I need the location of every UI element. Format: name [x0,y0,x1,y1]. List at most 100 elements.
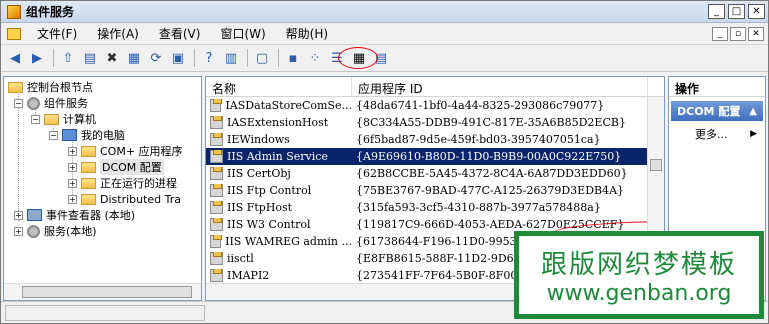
expand-icon[interactable]: + [68,194,77,204]
list-row[interactable]: IASDataStoreComSe... {48da6741-1bf0-4a44-… [206,97,664,114]
expand-icon[interactable]: + [14,226,23,236]
list-cell-app-id: {119817C9-666D-4053-AEDA-627D0E25CCEF} [356,218,625,231]
back-icon[interactable]: ◀ [5,48,25,68]
tree-node-dcom-config[interactable]: + DCOM 配置 [68,159,164,175]
actions-section-label: DCOM 配置 [677,105,741,118]
tree-node-label: 计算机 [63,113,96,126]
list-cell-name: IIS W3 Control [206,218,352,231]
list-cell-name: IASExtensionHost [206,116,352,129]
expand-icon[interactable]: + [68,178,77,188]
list-cell-app-id: {75BE3767-9BAD-477C-A125-26379D3EDB4A} [356,184,625,197]
collapse-icon[interactable]: − [49,130,58,140]
event-viewer-icon [27,209,42,221]
collapse-arrow-icon[interactable]: ▲ [749,106,757,117]
list-cell-name: IIS Ftp Control [206,184,352,197]
list-cell-app-id: {61738644-F196-11D0-9953-0... [356,235,538,248]
mmc-window: 组件服务 _ □ ✕ 文件(F) 操作(A) 查看(V) 窗口(W) 帮助(H)… [0,0,769,324]
refresh-icon[interactable]: ⟳ [146,48,166,68]
list-cell-name-text: IIS W3 Control [227,218,311,231]
tree-node-my-computer[interactable]: − 我的电脑 [49,127,125,143]
list-cell-name-text: IEWindows [227,133,290,146]
forward-icon[interactable]: ▶ [27,48,47,68]
dcom-app-icon [210,218,223,231]
close-button[interactable]: ✕ [748,4,765,19]
tree-node-com-applications[interactable]: + COM+ 应用程序 [68,143,183,159]
list-cell-name: IIS WAMREG admin ... [206,235,352,248]
dcom-app-icon [210,133,223,146]
list-cell-app-id: {62B8CCBE-5A45-4372-8C4A-6A87DD3EDD60} [356,167,628,180]
scroll-thumb[interactable] [22,286,192,298]
list-row[interactable]: IEWindows {6f5bad87-9d5e-459f-bd03-395740… [206,131,664,148]
menu-view[interactable]: 查看(V) [149,23,211,44]
list-cell-app-id: {273541FF-7F64-5B0F-8F00-5... [356,269,539,282]
list-cell-name: IASDataStoreComSe... [206,99,352,112]
tree-node-component-services[interactable]: − 组件服务 [14,95,88,111]
tree-horizontal-scrollbar[interactable] [4,283,201,300]
show-hide-tree-icon[interactable]: ▤ [80,48,100,68]
tree-pane: 控制台根节点 − 组件服务 − 计算机 − 我的电脑 + COM+ 应用程序 +… [3,76,202,301]
menu-action[interactable]: 操作(A) [87,23,149,44]
list-cell-name-text: IIS Admin Service [227,150,328,163]
expand-icon[interactable]: + [68,162,77,172]
list-row[interactable]: IIS CertObj {62B8CCBE-5A45-4372-8C4A-6A87… [206,165,664,182]
up-folder-icon[interactable]: ⇧ [58,48,78,68]
tree-node-label: 组件服务 [44,97,88,110]
list-cell-name: IMAPI2 [206,269,352,282]
minimize-button[interactable]: _ [708,4,725,19]
export-list-icon[interactable]: ▣ [168,48,188,68]
component-services-icon [7,4,21,19]
help-icon[interactable]: ? [199,48,219,68]
list-row[interactable]: IIS Admin Service {A9E69610-B80D-11D0-B9B… [206,148,664,165]
show-action-pane-icon[interactable]: ▥ [221,48,241,68]
dcom-app-icon [210,269,223,282]
tree-node-event-viewer[interactable]: + 事件查看器 (本地) [14,207,135,223]
small-icons-icon[interactable]: ⁘ [305,48,325,68]
tree-node-running-processes[interactable]: + 正在运行的进程 [68,175,177,191]
folder-icon [81,193,96,205]
properties-icon[interactable]: ▦ [124,48,144,68]
collapse-icon[interactable]: − [14,98,23,108]
toolbar-separator [278,49,279,67]
expand-icon[interactable]: + [68,146,77,156]
menu-help[interactable]: 帮助(H) [276,23,338,44]
tree-node-label: COM+ 应用程序 [100,145,183,158]
new-window-icon[interactable]: ▢ [252,48,272,68]
folder-icon [81,161,96,173]
list-row[interactable]: IASExtensionHost {8C334A55-DDB9-491C-817E… [206,114,664,131]
scroll-thumb[interactable] [650,159,662,171]
title-bar: 组件服务 _ □ ✕ [1,1,768,23]
tree-node-label: 控制台根节点 [27,81,93,94]
child-restore-button[interactable]: ▫ [730,26,746,41]
action-label: 更多... [695,128,728,141]
list-cell-name-text: IIS FtpHost [227,201,293,214]
tree-node-label: 正在运行的进程 [100,177,177,190]
list-cell-name: IIS Admin Service [206,150,352,163]
folder-icon [8,81,23,93]
child-minimize-button[interactable]: _ [712,26,728,41]
column-header-name[interactable]: 名称 [206,77,352,96]
list-cell-app-id: {6f5bad87-9d5e-459f-bd03-3957407051ca} [356,133,601,146]
menu-file[interactable]: 文件(F) [27,23,87,44]
tree-node-console-root[interactable]: 控制台根节点 [8,79,93,95]
tree-node-services[interactable]: + 服务(本地) [14,223,97,239]
maximize-button[interactable]: □ [728,4,745,19]
list-cell-name-text: IIS Ftp Control [227,184,312,197]
tree-node-computers[interactable]: − 计算机 [31,111,96,127]
actions-section-header[interactable]: DCOM 配置 ▲ [671,101,763,121]
list-row[interactable]: IIS Ftp Control {75BE3767-9BAD-477C-A125-… [206,182,664,199]
actions-title: 操作 [669,77,765,97]
menu-window[interactable]: 窗口(W) [210,23,275,44]
console-menu-icon[interactable] [7,27,21,40]
large-icons-icon[interactable]: ▪ [283,48,303,68]
action-more[interactable]: 更多... ▶ [669,125,765,143]
list-cell-name: IIS CertObj [206,167,352,180]
expand-icon[interactable]: + [14,210,23,220]
list-cell-name: iisctl [206,252,352,265]
child-close-button[interactable]: ✕ [748,26,764,41]
list-row[interactable]: IIS FtpHost {315fa593-3cf5-4310-887b-3977… [206,199,664,216]
delete-icon[interactable]: ✖ [102,48,122,68]
column-header-app-id[interactable]: 应用程序 ID [352,77,648,96]
collapse-icon[interactable]: − [31,114,40,124]
tree-node-distributed-transaction[interactable]: + Distributed Tra [68,191,181,207]
list-cell-name-text: iisctl [227,252,254,265]
